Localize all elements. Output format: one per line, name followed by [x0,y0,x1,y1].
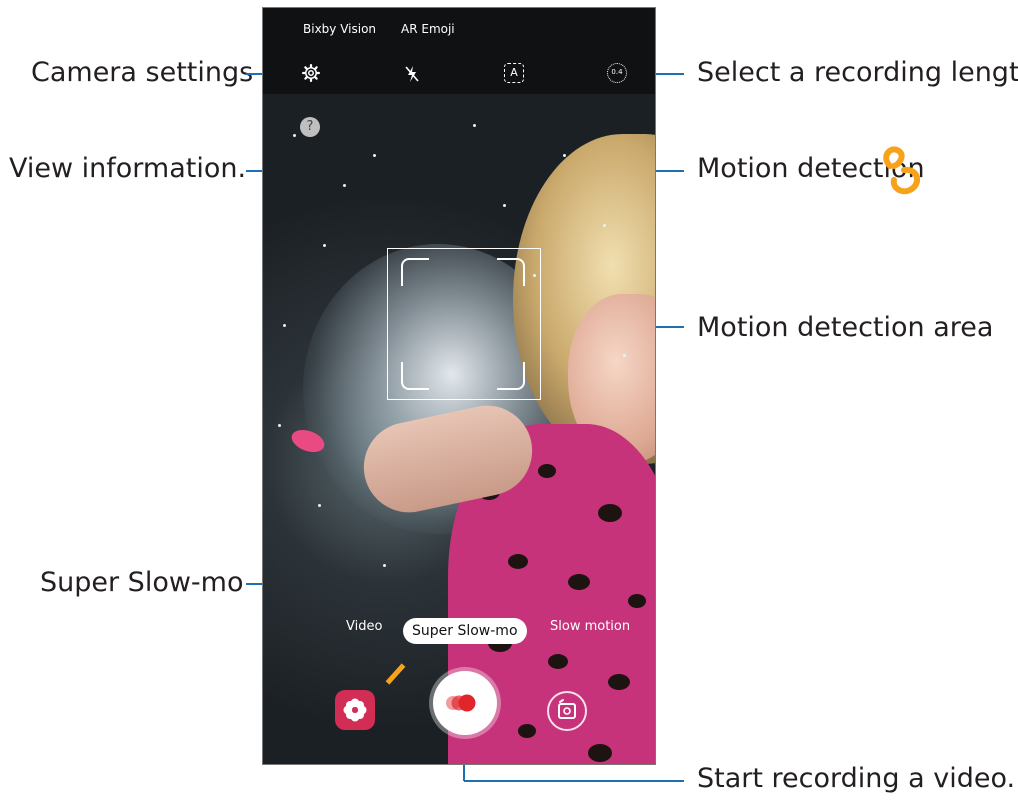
switch-camera-button[interactable] [547,691,587,731]
flash-off-icon[interactable] [405,65,419,83]
view-information-button[interactable]: ? [300,117,320,137]
flower-icon [343,698,367,722]
droplet [283,324,286,327]
motion-detection-area[interactable] [387,248,541,400]
suit-spot [548,654,568,669]
orange-squiggle-annotation [883,146,921,195]
callout-super-slow-mo: Super Slow-mo [40,567,244,598]
camera-top-bar: Bixby Vision AR Emoji A 0.4 [263,8,655,94]
callout-motion-detection-area: Motion detection area [697,312,994,343]
callout-view-information: View information. [9,153,247,184]
suit-spot [588,744,612,762]
droplet [473,124,476,127]
suit-spot [598,504,622,522]
callout-camera-settings: Camera settings [31,57,254,88]
droplet [563,154,566,157]
frame-corner-bottom-left [401,362,429,390]
frame-corner-top-right [497,258,525,286]
droplet [373,154,376,157]
recording-length-value: 0.4 [611,68,623,76]
leader-start-recording [464,780,684,782]
droplet [503,204,506,207]
settings-gear-icon[interactable] [302,64,320,82]
suit-spot [568,574,590,590]
callout-start-recording: Start recording a video. [697,763,1016,794]
motion-detection-inner-frame [401,258,525,390]
droplet [383,564,386,567]
record-button[interactable] [433,671,497,735]
menu-bixby-vision[interactable]: Bixby Vision [303,22,376,36]
mode-tab-slow-motion[interactable]: Slow motion [550,619,630,634]
suit-spot [608,674,630,690]
droplet [343,184,346,187]
switch-camera-icon [558,699,576,719]
mode-tab-super-slow-mo[interactable]: Super Slow-mo [403,618,527,644]
droplet [623,354,626,357]
frame-corner-bottom-right [497,362,525,390]
auto-motion-detection-icon[interactable]: A [504,63,524,83]
droplet [318,504,321,507]
super-slow-mo-record-icon [446,694,476,712]
frame-corner-top-left [401,258,429,286]
auto-icon-letter: A [510,66,518,79]
suit-spot [538,464,556,478]
recording-length-icon[interactable]: 0.4 [607,63,627,83]
gallery-shortcut-button[interactable] [335,690,375,730]
camera-screen: Bixby Vision AR Emoji A 0.4 ? Video Supe… [262,7,656,765]
mode-tab-video[interactable]: Video [346,619,382,634]
suit-spot [518,724,536,738]
menu-ar-emoji[interactable]: AR Emoji [401,22,455,36]
droplet [323,244,326,247]
droplet [293,134,296,137]
callout-select-recording-length: Select a recording length. [697,57,1018,88]
camera-viewfinder[interactable]: ? [263,94,655,764]
droplet [278,424,281,427]
droplet [603,224,606,227]
suit-spot [628,594,646,608]
suit-spot [508,554,528,569]
